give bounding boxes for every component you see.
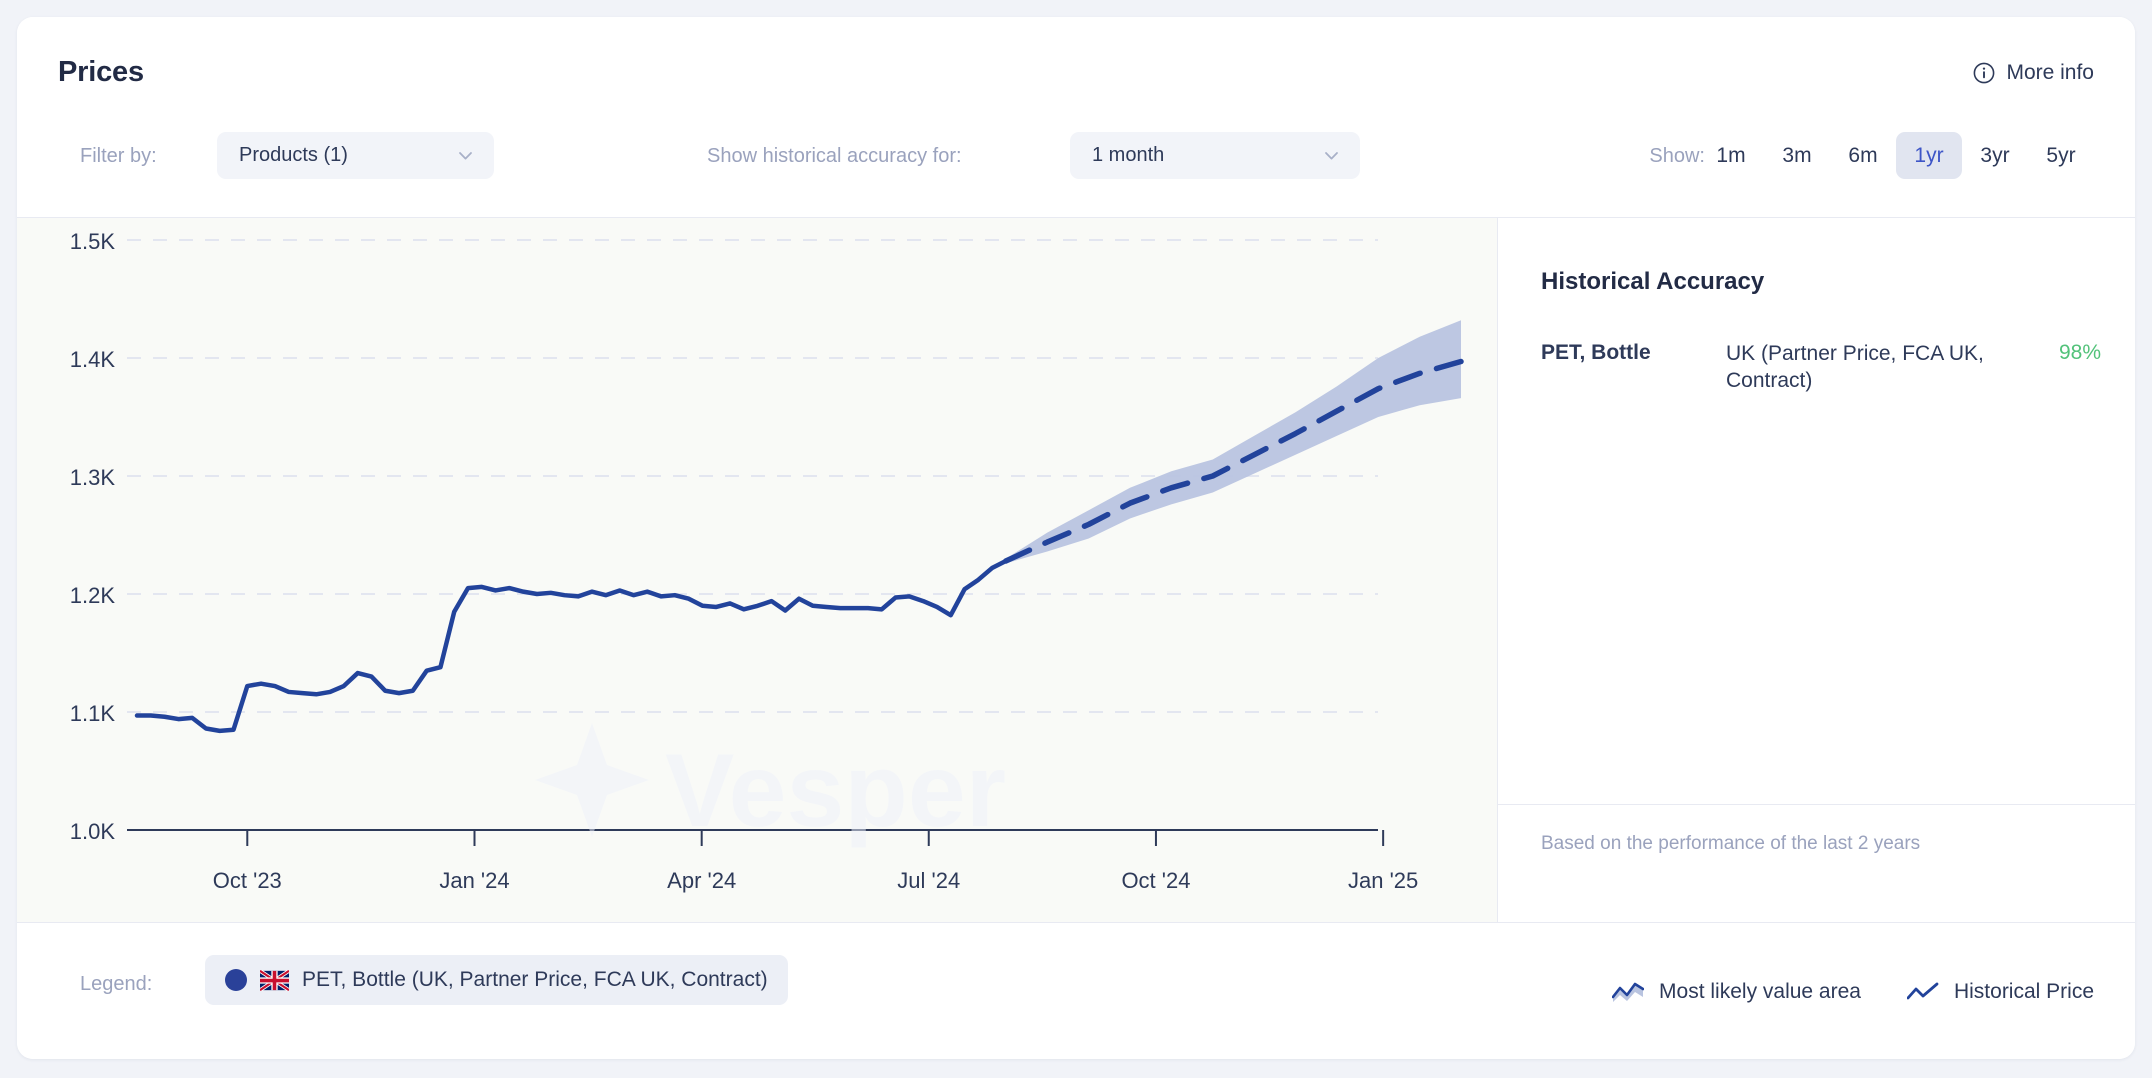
svg-text:1.0K: 1.0K [70,819,116,844]
svg-text:Jan '25: Jan '25 [1348,868,1418,893]
legend-row: Legend: PET, Bottle (UK, Partner Price, … [17,922,2135,1059]
forecast-band-icon [1612,981,1645,1003]
legend-key-historical-price: Historical Price [1906,979,2094,1004]
legend-key-label: Most likely value area [1659,979,1861,1003]
historical-accuracy-panel: Historical Accuracy PET, Bottle UK (Part… [1498,218,2135,922]
products-select-value: Products (1) [239,144,348,166]
range-button-1yr[interactable]: 1yr [1896,132,1962,179]
svg-text:Jan '24: Jan '24 [439,868,509,893]
controls-row: Filter by: Products (1) Show historical … [17,127,2135,185]
series-color-dot [225,969,247,991]
svg-text:1.4K: 1.4K [70,347,116,372]
legend-label: Legend: [80,973,153,995]
legend-keys: Most likely value area Historical Price [1612,923,2094,1059]
more-info-label: More info [2006,61,2094,84]
svg-text:Vesper: Vesper [665,733,1006,849]
page-title: Prices [58,56,144,88]
show-label: Show: [1649,145,1705,167]
legend-series-chip[interactable]: PET, Bottle (UK, Partner Price, FCA UK, … [205,955,788,1005]
card-body: 1.0K 1.1K 1.2K 1.3K 1.4K 1.5K Oct '23 Jan '24 Ap… [17,218,2135,922]
range-button-5yr[interactable]: 5yr [2028,132,2094,179]
legend-key-most-likely-value-area: Most likely value area [1612,980,1861,1004]
chart-canvas: 1.0K 1.1K 1.2K 1.3K 1.4K 1.5K Oct '23 Jan '24 Ap… [70,229,1464,893]
range-selector: 1m 3m 6m 1yr 3yr 5yr [1698,132,2094,179]
accuracy-product-name: PET, Bottle [1541,341,1651,364]
historical-accuracy-title: Historical Accuracy [1541,268,1765,295]
chevron-down-icon [456,146,475,165]
more-info-button[interactable]: More info [1973,61,2094,85]
svg-text:1.5K: 1.5K [70,229,116,254]
svg-text:Oct '24: Oct '24 [1121,868,1190,893]
line-chart-icon [1906,981,1939,1003]
info-circle-icon [1973,62,1995,84]
svg-text:Oct '23: Oct '23 [213,868,282,893]
range-button-6m[interactable]: 6m [1830,132,1896,179]
uk-flag-icon [258,968,291,992]
range-button-3m[interactable]: 3m [1764,132,1830,179]
show-historical-accuracy-label: Show historical accuracy for: [707,145,962,167]
price-chart[interactable]: 1.0K 1.1K 1.2K 1.3K 1.4K 1.5K Oct '23 Jan '24 Ap… [17,218,1498,922]
accuracy-period-value: 1 month [1092,144,1165,166]
range-button-1m[interactable]: 1m [1698,132,1764,179]
products-select[interactable]: Products (1) [217,132,494,179]
accuracy-product-description: UK (Partner Price, FCA UK, Contract) [1726,342,1984,392]
accuracy-period-select[interactable]: 1 month [1070,132,1360,179]
svg-text:1.2K: 1.2K [70,583,116,608]
card-header: Prices More info Filter by: Products (1) [17,17,2135,218]
svg-text:Jul '24: Jul '24 [897,868,960,893]
accuracy-footer: Based on the performance of the last 2 y… [1498,804,2135,922]
accuracy-value: 98% [2058,341,2101,364]
svg-text:1.3K: 1.3K [70,465,116,490]
accuracy-footnote: Based on the performance of the last 2 y… [1541,833,1921,854]
chevron-down-icon [1322,146,1341,165]
accuracy-content: Historical Accuracy PET, Bottle UK (Part… [1498,218,2135,804]
prices-card: Prices More info Filter by: Products (1) [17,17,2135,1059]
svg-text:Apr '24: Apr '24 [667,868,736,893]
legend-key-label: Historical Price [1953,979,2094,1003]
filter-by-label: Filter by: [80,145,157,167]
svg-text:1.1K: 1.1K [70,701,116,726]
legend-series-label: PET, Bottle (UK, Partner Price, FCA UK, … [302,968,768,991]
range-button-3yr[interactable]: 3yr [1962,132,2028,179]
